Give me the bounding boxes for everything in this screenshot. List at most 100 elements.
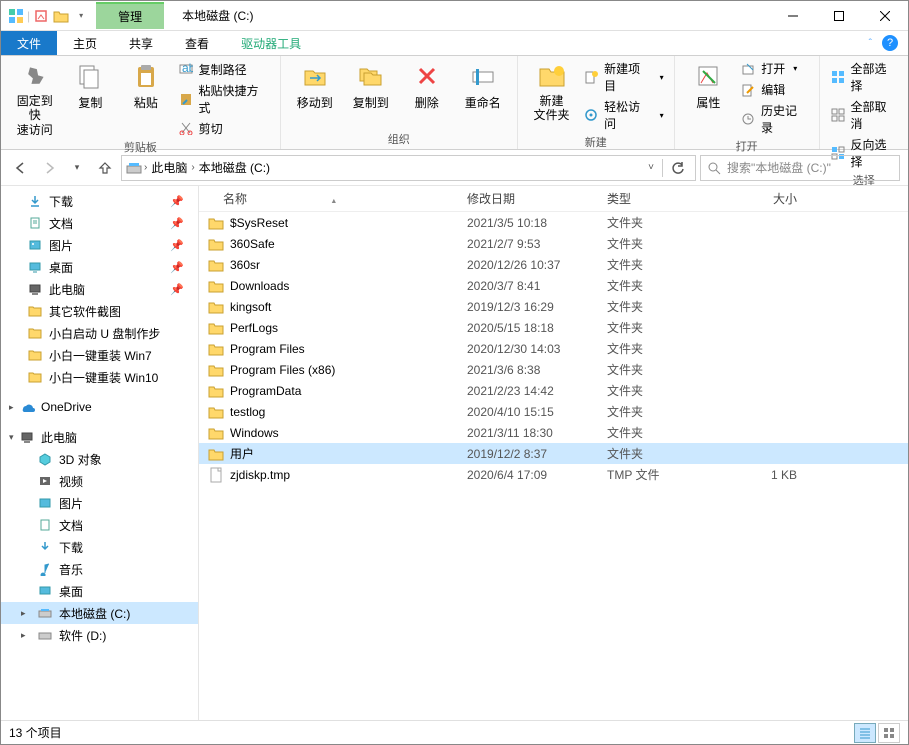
help-icon[interactable]: ?	[882, 35, 898, 51]
edit-button[interactable]: 编辑	[740, 81, 808, 98]
newfolder-icon	[536, 60, 568, 92]
nav-folder-xiaobai-win7[interactable]: 小白一键重装 Win7	[1, 344, 198, 366]
table-row[interactable]: 用户2019/12/2 8:37文件夹	[199, 443, 908, 464]
recent-dropdown[interactable]: ▾	[65, 156, 89, 180]
refresh-button[interactable]	[665, 161, 691, 175]
ribbon-collapse-icon[interactable]: ˆ	[869, 38, 872, 49]
downloads-icon	[37, 539, 53, 555]
column-header-size[interactable]: 大小	[717, 190, 797, 207]
table-row[interactable]: Program Files2020/12/30 14:03文件夹	[199, 338, 908, 359]
copy-button[interactable]: 复制	[67, 60, 115, 111]
minimize-button[interactable]	[770, 1, 816, 31]
table-row[interactable]: 360sr2020/12/26 10:37文件夹	[199, 254, 908, 275]
table-row[interactable]: zjdiskp.tmp2020/6/4 17:09TMP 文件1 KB	[199, 464, 908, 485]
address-dropdown-icon[interactable]: ˅	[642, 162, 660, 173]
chevron-right-icon[interactable]: ▸	[9, 402, 14, 413]
table-row[interactable]: Windows2021/3/11 18:30文件夹	[199, 422, 908, 443]
navigation-pane[interactable]: 下载📌 文档📌 图片📌 桌面📌 此电脑📌 其它软件截图 小白启动 U 盘制作步 …	[1, 186, 199, 720]
folder-icon	[207, 277, 225, 295]
chevron-right-icon[interactable]: ›	[144, 162, 147, 173]
easyaccess-button[interactable]: 轻松访问▾	[583, 98, 663, 132]
nav-downloads[interactable]: 下载📌	[1, 190, 198, 212]
open-button[interactable]: 打开▾	[740, 60, 808, 77]
nav-desktop[interactable]: 桌面📌	[1, 256, 198, 278]
table-row[interactable]: kingsoft2019/12/3 16:29文件夹	[199, 296, 908, 317]
tab-view[interactable]: 查看	[169, 31, 225, 55]
table-row[interactable]: $SysReset2021/3/5 10:18文件夹	[199, 212, 908, 233]
selectall-button[interactable]: 全部选择	[830, 60, 898, 94]
cell-date: 2020/3/7 8:41	[467, 279, 607, 293]
properties-button[interactable]: 属性	[685, 60, 733, 111]
nav-music[interactable]: 音乐	[1, 558, 198, 580]
nav-3dobjects[interactable]: 3D 对象	[1, 448, 198, 470]
qat-dropdown-icon[interactable]: ▾	[72, 7, 90, 25]
cut-button[interactable]: 剪切	[178, 120, 270, 137]
delete-button[interactable]: 删除	[403, 60, 451, 111]
table-row[interactable]: Downloads2020/3/7 8:41文件夹	[199, 275, 908, 296]
cell-type: 文件夹	[607, 403, 717, 420]
copyto-button[interactable]: 复制到	[347, 60, 395, 111]
table-row[interactable]: 360Safe2021/2/7 9:53文件夹	[199, 233, 908, 254]
crumb-thispc[interactable]: 此电脑	[149, 159, 189, 176]
tab-share[interactable]: 共享	[113, 31, 169, 55]
pin-quickaccess-button[interactable]: 固定到快 速访问	[11, 60, 59, 137]
forward-button[interactable]	[37, 156, 61, 180]
view-icons-button[interactable]	[878, 723, 900, 743]
nav-drive-d[interactable]: ▸软件 (D:)	[1, 624, 198, 646]
chevron-right-icon[interactable]: ▸	[21, 630, 26, 641]
nav-folder-xiaobai-win10[interactable]: 小白一键重装 Win10	[1, 366, 198, 388]
file-list[interactable]: $SysReset2021/3/5 10:18文件夹360Safe2021/2/…	[199, 212, 908, 720]
cell-date: 2020/12/26 10:37	[467, 258, 607, 272]
moveto-button[interactable]: 移动到	[291, 60, 339, 111]
nav-folder-screenshots[interactable]: 其它软件截图	[1, 300, 198, 322]
search-input[interactable]: 搜索"本地磁盘 (C:)"	[700, 155, 900, 181]
cell-name: Windows	[230, 426, 467, 440]
nav-pictures2[interactable]: 图片	[1, 492, 198, 514]
tab-drive-tools[interactable]: 驱动器工具	[225, 31, 317, 55]
chevron-right-icon[interactable]: ›	[191, 162, 194, 173]
nav-documents2[interactable]: 文档	[1, 514, 198, 536]
table-row[interactable]: testlog2020/4/10 15:15文件夹	[199, 401, 908, 422]
chevron-down-icon[interactable]: ▾	[9, 432, 14, 443]
qat-newfolder-icon[interactable]	[52, 7, 70, 25]
crumb-drive[interactable]: 本地磁盘 (C:)	[197, 159, 272, 176]
newitem-button[interactable]: 新建项目▾	[583, 60, 663, 94]
address-bar[interactable]: › 此电脑 › 本地磁盘 (C:) ˅	[121, 155, 696, 181]
table-row[interactable]: Program Files (x86)2021/3/6 8:38文件夹	[199, 359, 908, 380]
onedrive-icon	[19, 399, 35, 415]
history-button[interactable]: 历史记录	[740, 102, 808, 136]
nav-folder-xiaobai-u[interactable]: 小白启动 U 盘制作步	[1, 322, 198, 344]
back-button[interactable]	[9, 156, 33, 180]
column-header-type[interactable]: 类型	[607, 190, 717, 207]
nav-downloads2[interactable]: 下载	[1, 536, 198, 558]
nav-onedrive[interactable]: ▸OneDrive	[1, 396, 198, 418]
table-row[interactable]: PerfLogs2020/5/15 18:18文件夹	[199, 317, 908, 338]
tab-file[interactable]: 文件	[1, 31, 57, 55]
copy-path-button[interactable]: abc复制路径	[178, 61, 270, 78]
nav-desktop2[interactable]: 桌面	[1, 580, 198, 602]
cell-date: 2020/12/30 14:03	[467, 342, 607, 356]
nav-pictures[interactable]: 图片📌	[1, 234, 198, 256]
close-button[interactable]	[862, 1, 908, 31]
table-row[interactable]: ProgramData2021/2/23 14:42文件夹	[199, 380, 908, 401]
paste-button[interactable]: 粘贴	[122, 60, 170, 111]
selectnone-button[interactable]: 全部取消	[830, 98, 898, 132]
qat-properties-icon[interactable]	[32, 7, 50, 25]
up-button[interactable]	[93, 156, 117, 180]
nav-drive-c[interactable]: ▸本地磁盘 (C:)	[1, 602, 198, 624]
rename-button[interactable]: 重命名	[459, 60, 507, 111]
contextual-tab-manage[interactable]: 管理	[96, 2, 164, 29]
tab-home[interactable]: 主页	[57, 31, 113, 55]
view-details-button[interactable]	[854, 723, 876, 743]
column-header-date[interactable]: 修改日期	[467, 190, 607, 207]
column-header-name[interactable]: 名称 ▲	[207, 190, 467, 207]
paste-shortcut-button[interactable]: 粘贴快捷方式	[178, 82, 270, 116]
nav-thispc-qa[interactable]: 此电脑📌	[1, 278, 198, 300]
nav-videos[interactable]: 视频	[1, 470, 198, 492]
chevron-right-icon[interactable]: ▸	[21, 608, 26, 619]
newfolder-button[interactable]: 新建 文件夹	[528, 60, 576, 123]
nav-thispc[interactable]: ▾此电脑	[1, 426, 198, 448]
nav-documents[interactable]: 文档📌	[1, 212, 198, 234]
maximize-button[interactable]	[816, 1, 862, 31]
app-icon	[7, 7, 25, 25]
